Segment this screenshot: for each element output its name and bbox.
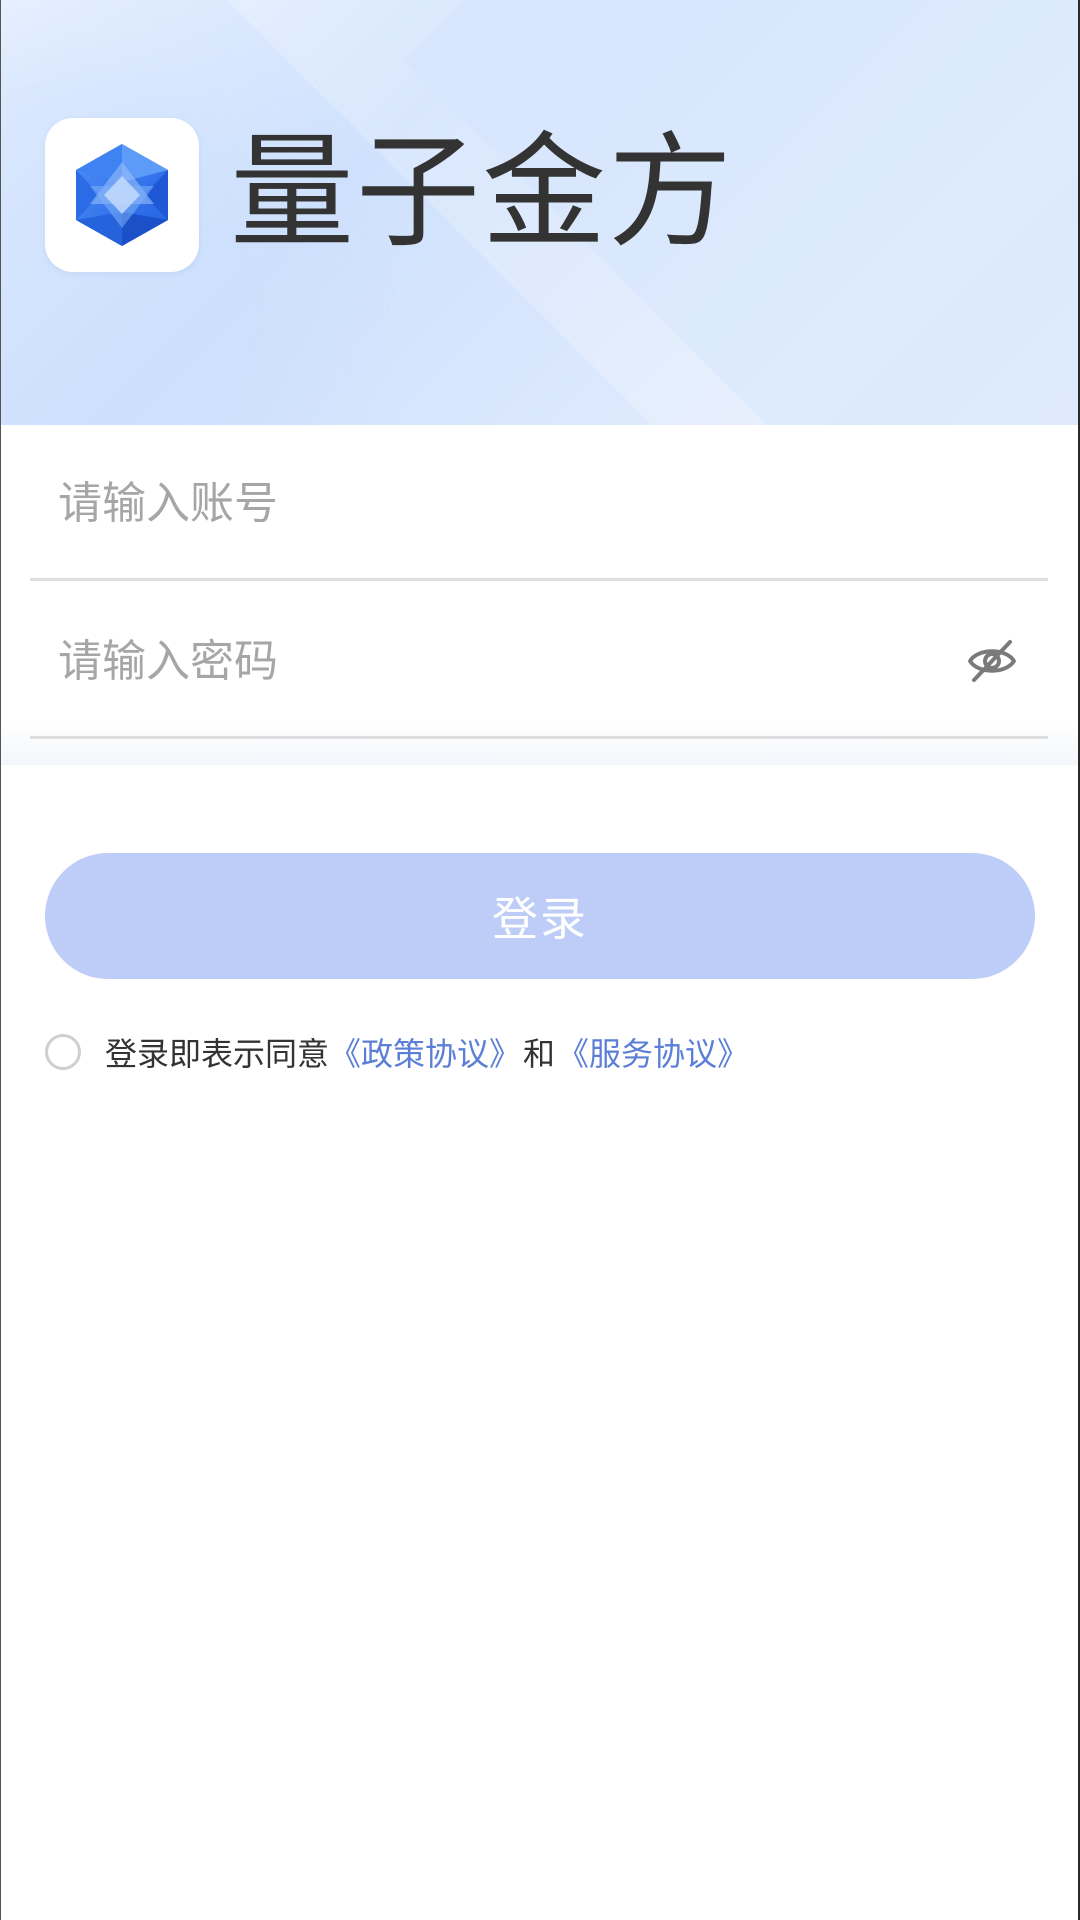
agreement-checkbox[interactable] xyxy=(45,1034,81,1070)
app-title: 量子金方 xyxy=(230,121,735,265)
account-input[interactable] xyxy=(58,425,938,581)
password-field xyxy=(30,583,1048,739)
eye-off-icon xyxy=(968,640,1016,682)
agreement-and: 和 xyxy=(523,1035,556,1073)
service-agreement-link[interactable]: 《服务协议》 xyxy=(557,1029,749,1075)
app-logo xyxy=(45,118,199,272)
login-screen: 量子金方 登录 登录即表示同意 《政策协议》 和 《服务协议》 xyxy=(0,0,1080,1920)
agreement-prefix: 登录即表示同意 xyxy=(105,1035,330,1073)
login-button[interactable]: 登录 xyxy=(45,853,1035,979)
login-form xyxy=(0,425,1080,765)
agreement-row: 登录即表示同意 《政策协议》 和 《服务协议》 xyxy=(45,1030,749,1074)
screen-edge-left xyxy=(0,0,1,1920)
password-input[interactable] xyxy=(58,583,938,739)
account-field xyxy=(30,425,1048,581)
header-banner: 量子金方 xyxy=(0,0,1080,425)
policy-agreement-link[interactable]: 《政策协议》 xyxy=(329,1029,521,1075)
password-visibility-toggle[interactable] xyxy=(964,633,1020,689)
hexagon-gem-icon xyxy=(76,144,168,246)
